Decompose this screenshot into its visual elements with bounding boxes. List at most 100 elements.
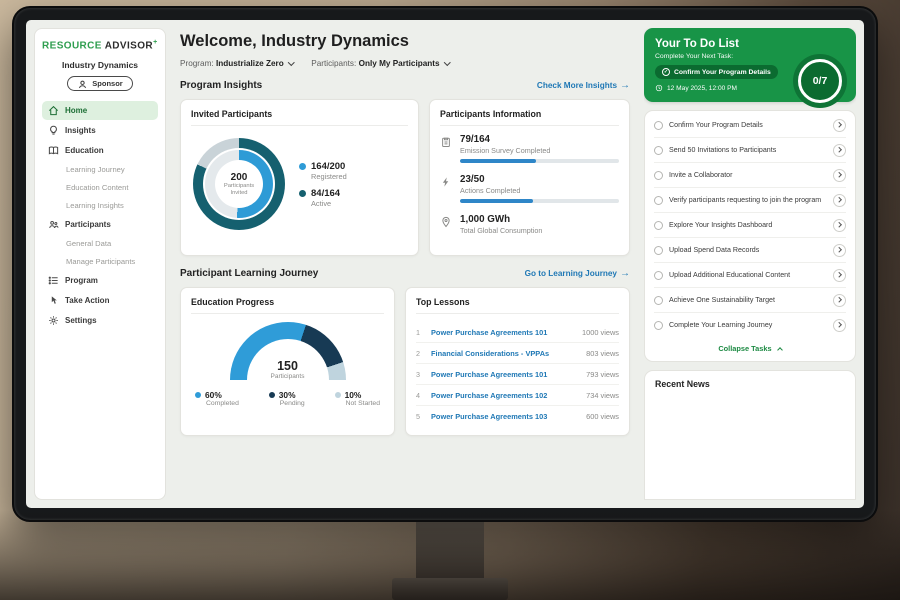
task-label: Explore Your Insights Dashboard <box>669 221 827 230</box>
chevron-down-icon <box>444 59 450 65</box>
lesson-link[interactable]: Power Purchase Agreements 101 <box>431 328 575 337</box>
program-filter-label: Program: <box>180 59 214 68</box>
task-chevron-button[interactable] <box>833 294 846 307</box>
clipboard-icon <box>440 135 452 147</box>
sidebar-item-general-data[interactable]: General Data <box>42 235 158 252</box>
task-row[interactable]: Complete Your Learning Journey <box>654 313 846 337</box>
task-chevron-button[interactable] <box>833 269 846 282</box>
go-to-learning-journey-link[interactable]: Go to Learning Journey <box>525 268 630 279</box>
checkbox-icon[interactable] <box>654 221 663 230</box>
legend-not-started: 10% Not Started <box>335 390 380 407</box>
due-text: 12 May 2025, 12:00 PM <box>667 85 737 92</box>
sidebar-item-learning-journey[interactable]: Learning Journey <box>42 161 158 178</box>
program-filter: Program: Industrialize Zero <box>180 59 293 68</box>
task-row[interactable]: Invite a Collaborator <box>654 163 846 188</box>
task-row[interactable]: Upload Spend Data Records <box>654 238 846 263</box>
sidebar-item-manage-participants[interactable]: Manage Participants <box>42 253 158 270</box>
learning-cards-row: Education Progress 150 Participants <box>180 287 630 436</box>
learning-journey-header: Participant Learning Journey Go to Learn… <box>180 268 630 279</box>
checkbox-icon[interactable] <box>654 246 663 255</box>
sidebar-item-home[interactable]: Home <box>42 101 158 120</box>
next-task-pill[interactable]: Confirm Your Program Details <box>655 65 778 79</box>
chevron-right-icon <box>837 198 842 203</box>
participants-filter: Participants: Only My Participants <box>311 59 449 68</box>
progress-track <box>460 199 619 203</box>
book-icon <box>48 145 59 156</box>
sidebar-item-label: Participants <box>65 220 111 229</box>
checkbox-icon[interactable] <box>654 296 663 305</box>
sidebar-item-learning-insights[interactable]: Learning Insights <box>42 197 158 214</box>
todo-progress-count: 0/7 <box>798 59 842 103</box>
task-chevron-button[interactable] <box>833 194 846 207</box>
program-select-value: Industrialize Zero <box>216 59 284 68</box>
task-row[interactable]: Send 50 Invitations to Participants <box>654 138 846 163</box>
lesson-link[interactable]: Power Purchase Agreements 102 <box>431 391 579 400</box>
info-progress-fill-1 <box>460 199 533 203</box>
sidebar-item-participants[interactable]: Participants <box>42 215 158 234</box>
info-value: 1,000 GWh <box>460 214 619 225</box>
legend-label: Registered <box>311 172 347 181</box>
participants-select[interactable]: Only My Participants <box>359 59 450 68</box>
lesson-rank: 5 <box>416 412 424 421</box>
info-value: 23/50 <box>460 174 619 185</box>
task-row[interactable]: Confirm Your Program Details <box>654 113 846 138</box>
checkbox-icon[interactable] <box>654 121 663 130</box>
collapse-tasks-link[interactable]: Collapse Tasks <box>654 337 846 359</box>
lesson-link[interactable]: Power Purchase Agreements 103 <box>431 412 579 421</box>
arrow-right-icon <box>620 268 630 279</box>
sidebar-item-label: Manage Participants <box>66 257 135 266</box>
task-chevron-button[interactable] <box>833 319 846 332</box>
program-select[interactable]: Industrialize Zero <box>216 59 293 68</box>
sidebar-item-take-action[interactable]: Take Action <box>42 291 158 310</box>
task-label: Achieve One Sustainability Target <box>669 296 827 305</box>
sponsor-badge[interactable]: Sponsor <box>67 76 132 91</box>
cursor-action-icon <box>48 295 59 306</box>
donut-center: 200 Participants Invited <box>215 160 263 208</box>
sidebar-item-program[interactable]: Program <box>42 271 158 290</box>
collapse-label: Collapse Tasks <box>718 344 771 353</box>
task-row[interactable]: Verify participants requesting to join t… <box>654 188 846 213</box>
lesson-link[interactable]: Financial Considerations - VPPAs <box>431 349 579 358</box>
participants-information-card: Participants Information 79/164 Emission… <box>429 99 630 256</box>
checkbox-icon[interactable] <box>654 171 663 180</box>
task-label: Confirm Your Program Details <box>669 121 827 130</box>
clock-icon <box>655 84 663 92</box>
education-gauge-chart: 150 Participants <box>230 322 346 380</box>
task-chevron-button[interactable] <box>833 244 846 257</box>
chevron-right-icon <box>837 273 842 278</box>
checkbox-icon[interactable] <box>654 146 663 155</box>
sidebar-item-education[interactable]: Education <box>42 141 158 160</box>
task-chevron-button[interactable] <box>833 119 846 132</box>
info-label: Total Global Consumption <box>460 226 619 235</box>
task-chevron-button[interactable] <box>833 219 846 232</box>
task-row[interactable]: Achieve One Sustainability Target <box>654 288 846 313</box>
sidebar-item-settings[interactable]: Settings <box>42 311 158 330</box>
check-more-insights-link[interactable]: Check More Insights <box>537 80 630 91</box>
sidebar-item-insights[interactable]: Insights <box>42 121 158 140</box>
task-row[interactable]: Upload Additional Educational Content <box>654 263 846 288</box>
checkbox-icon[interactable] <box>654 196 663 205</box>
info-row-consumption: 1,000 GWh Total Global Consumption <box>440 214 619 235</box>
program-insights-header: Program Insights Check More Insights <box>180 80 630 91</box>
task-row[interactable]: Explore Your Insights Dashboard <box>654 213 846 238</box>
legend-value: 84/164 <box>311 188 340 199</box>
card-title: Invited Participants <box>191 109 408 126</box>
task-chevron-button[interactable] <box>833 169 846 182</box>
location-pin-icon <box>440 215 452 227</box>
lesson-link[interactable]: Power Purchase Agreements 101 <box>431 370 579 379</box>
section-title: Program Insights <box>180 80 262 91</box>
section-title: Participant Learning Journey <box>180 268 318 279</box>
chevron-right-icon <box>837 298 842 303</box>
brand-word-2: ADVISOR <box>105 40 153 51</box>
checkbox-icon[interactable] <box>654 321 663 330</box>
lesson-rank: 3 <box>416 370 424 379</box>
education-progress-card: Education Progress 150 Participants <box>180 287 395 436</box>
checkbox-icon[interactable] <box>654 271 663 280</box>
sidebar-item-education-content[interactable]: Education Content <box>42 179 158 196</box>
task-label: Upload Additional Educational Content <box>669 271 827 280</box>
brand-plus: + <box>153 39 158 46</box>
info-label: Actions Completed <box>460 186 619 195</box>
legend-completed: 60% Completed <box>195 390 239 407</box>
task-chevron-button[interactable] <box>833 144 846 157</box>
page-title: Welcome, Industry Dynamics <box>180 32 630 51</box>
